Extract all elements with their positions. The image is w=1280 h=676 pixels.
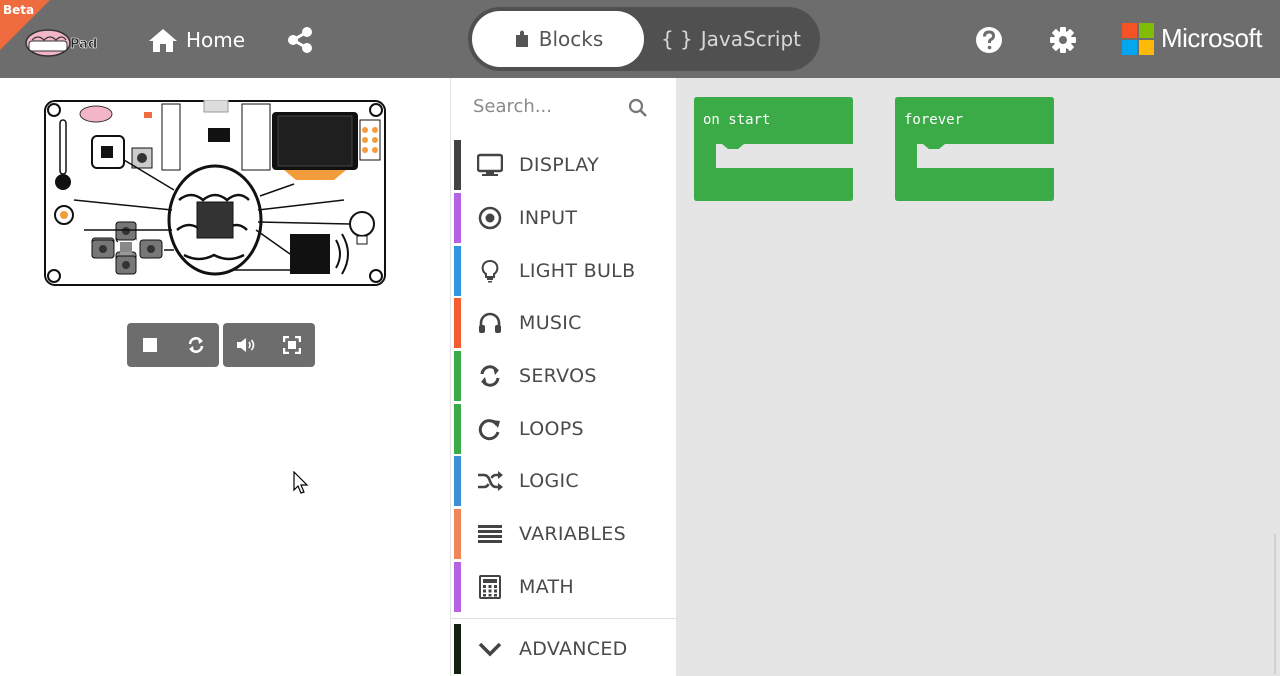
category-color-bar bbox=[454, 404, 461, 454]
workspace-scrollbar[interactable] bbox=[1274, 534, 1276, 674]
stop-button[interactable] bbox=[127, 323, 173, 367]
category-color-bar bbox=[454, 562, 461, 612]
home-icon bbox=[149, 29, 177, 52]
tab-blocks[interactable]: Blocks bbox=[472, 11, 644, 67]
svg-text:Pad: Pad bbox=[70, 37, 97, 52]
toolbox-category-variables[interactable]: VARIABLES bbox=[454, 509, 676, 559]
editor-mode-toggle: Blocks { } JavaScript bbox=[468, 7, 820, 71]
list-icon bbox=[477, 521, 503, 547]
category-color-bar bbox=[454, 193, 461, 243]
help-icon bbox=[976, 27, 1002, 53]
simulator-panel bbox=[0, 78, 450, 676]
mute-button[interactable] bbox=[223, 323, 269, 367]
calculator-icon bbox=[477, 574, 503, 600]
microsoft-brand-label[interactable]: Microsoft bbox=[1161, 23, 1262, 54]
help-button[interactable] bbox=[975, 26, 1003, 54]
toolbox-category-display[interactable]: DISPLAY bbox=[454, 140, 676, 190]
blocks-toolbox: DISPLAY INPUT LIGHT BULB MUSIC SERVOS bbox=[450, 78, 676, 676]
category-color-bar bbox=[454, 456, 461, 506]
radio-button-icon bbox=[477, 205, 503, 231]
toolbox-category-logic[interactable]: LOGIC bbox=[454, 456, 676, 506]
simulator-run-group bbox=[127, 323, 219, 367]
search-icon[interactable] bbox=[628, 98, 648, 118]
block-label: forever bbox=[904, 112, 964, 128]
beta-label: Beta bbox=[3, 3, 35, 17]
category-label: ADVANCED bbox=[519, 638, 628, 660]
puzzle-icon bbox=[515, 30, 528, 47]
category-label: LOOPS bbox=[519, 418, 584, 440]
restart-button[interactable] bbox=[173, 323, 219, 367]
monitor-icon bbox=[477, 152, 503, 178]
toolbox-category-servos[interactable]: SERVOS bbox=[454, 351, 676, 401]
advanced-divider bbox=[451, 618, 676, 619]
share-icon bbox=[288, 27, 312, 53]
settings-button[interactable] bbox=[1049, 26, 1077, 54]
fullscreen-button[interactable] bbox=[269, 323, 315, 367]
toolbox-search bbox=[451, 78, 676, 138]
category-label: INPUT bbox=[519, 207, 578, 229]
category-color-bar bbox=[454, 509, 461, 559]
category-label: MATH bbox=[519, 576, 575, 598]
category-label: MUSIC bbox=[519, 312, 582, 334]
category-label: LOGIC bbox=[519, 470, 579, 492]
category-label: SERVOS bbox=[519, 365, 597, 387]
tab-javascript[interactable]: { } JavaScript bbox=[646, 11, 816, 67]
fullscreen-icon bbox=[283, 336, 301, 354]
simulator-view-group bbox=[223, 323, 315, 367]
category-color-bar bbox=[454, 624, 461, 674]
category-label: LIGHT BULB bbox=[519, 260, 636, 282]
toolbox-category-loops[interactable]: LOOPS bbox=[454, 404, 676, 454]
refresh-icon bbox=[477, 363, 503, 389]
category-color-bar bbox=[454, 298, 461, 348]
toolbox-category-music[interactable]: MUSIC bbox=[454, 298, 676, 348]
on-start-block[interactable]: on start bbox=[694, 97, 853, 201]
toolbox-category-input[interactable]: INPUT bbox=[454, 193, 676, 243]
loop-icon bbox=[477, 416, 503, 442]
restart-icon bbox=[188, 337, 204, 353]
category-label: VARIABLES bbox=[519, 523, 626, 545]
block-label: on start bbox=[703, 112, 771, 128]
category-color-bar bbox=[454, 351, 461, 401]
top-header: Beta Pad Home Blocks {} JavaScript Micr… bbox=[0, 0, 1280, 78]
blocks-workspace[interactable]: on start forever bbox=[676, 78, 1280, 676]
microsoft-logo-icon[interactable] bbox=[1122, 23, 1154, 55]
category-label: DISPLAY bbox=[519, 154, 600, 176]
brainpad-logo[interactable]: Pad bbox=[22, 26, 110, 58]
share-button[interactable] bbox=[286, 26, 314, 54]
tab-blocks-label: Blocks bbox=[538, 27, 604, 51]
lightbulb-icon bbox=[477, 258, 503, 284]
brainpad-board-simulator[interactable] bbox=[44, 99, 386, 286]
simulator-toolbar bbox=[127, 323, 315, 367]
home-button[interactable]: Home bbox=[148, 24, 245, 56]
toolbox-category-math[interactable]: MATH bbox=[454, 562, 676, 612]
shuffle-icon bbox=[477, 468, 503, 494]
chevron-down-icon bbox=[477, 636, 503, 662]
speaker-icon bbox=[237, 338, 255, 352]
stop-icon bbox=[143, 338, 157, 352]
headphones-icon bbox=[477, 310, 503, 336]
home-label: Home bbox=[186, 28, 246, 52]
category-color-bar bbox=[454, 140, 461, 190]
braces-icon: { } bbox=[660, 27, 693, 51]
toolbox-category-advanced[interactable]: ADVANCED bbox=[454, 624, 676, 674]
toolbox-category-light-bulb[interactable]: LIGHT BULB bbox=[454, 246, 676, 296]
tab-javascript-label: JavaScript bbox=[700, 27, 802, 51]
toolbox-search-input[interactable] bbox=[473, 88, 643, 124]
gear-icon bbox=[1050, 27, 1076, 53]
forever-block[interactable]: forever bbox=[895, 97, 1054, 201]
mouse-cursor-icon bbox=[293, 470, 309, 495]
category-color-bar bbox=[454, 246, 461, 296]
